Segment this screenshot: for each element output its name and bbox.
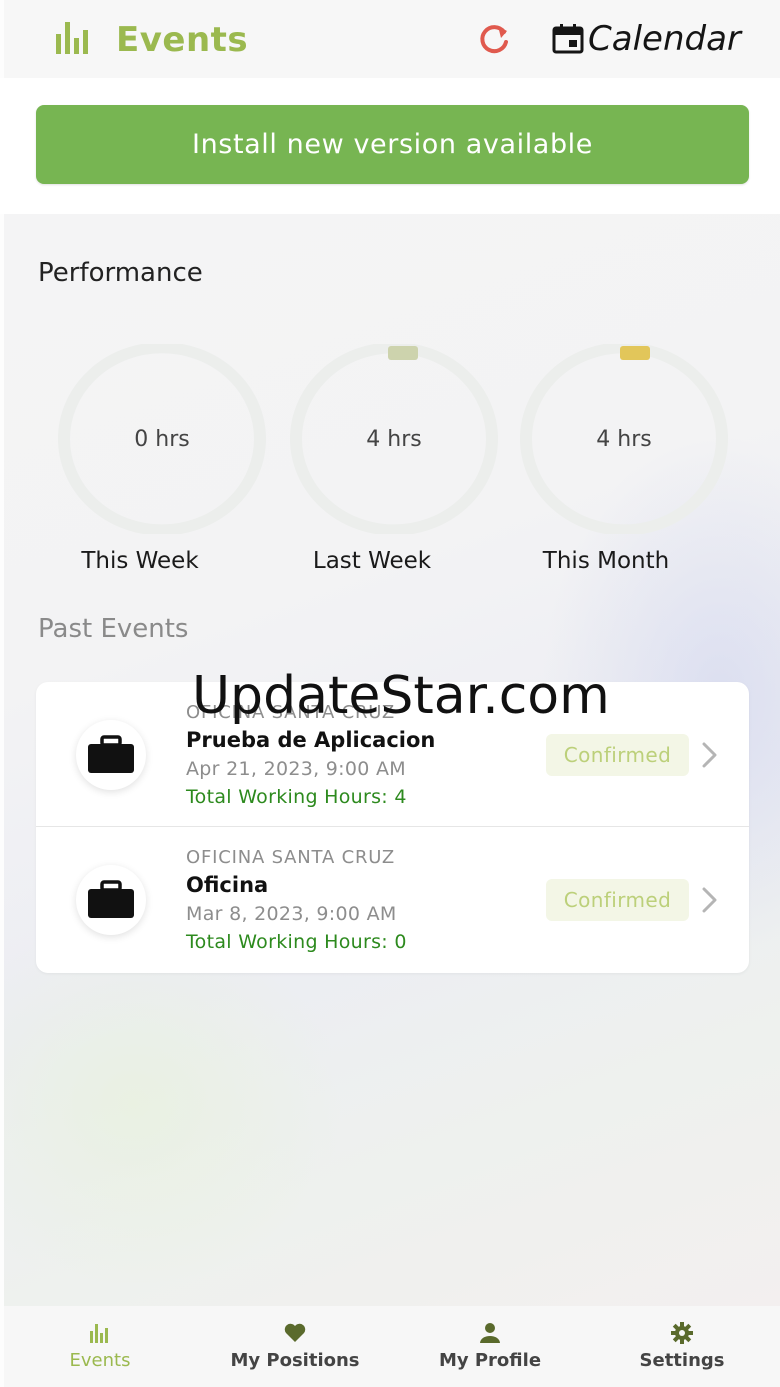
event-hours: Total Working Hours: 0 bbox=[186, 931, 407, 953]
briefcase-icon bbox=[88, 735, 134, 773]
main-content: Performance 0 hrs This Week 4 hrs Last W… bbox=[4, 214, 780, 1306]
event-date: Apr 21, 2023, 9:00 AM bbox=[186, 758, 406, 780]
nav-item-my-profile[interactable]: My Profile bbox=[428, 1306, 552, 1387]
event-avatar bbox=[76, 865, 146, 935]
nav-label: My Profile bbox=[438, 1350, 542, 1371]
ring-value: 4 hrs bbox=[366, 426, 422, 452]
nav-item-settings[interactable]: Settings bbox=[630, 1306, 734, 1387]
nav-label: Settings bbox=[639, 1350, 725, 1371]
bar-chart-icon bbox=[56, 22, 88, 54]
page-title: Events bbox=[116, 20, 249, 60]
nav-item-my-positions[interactable]: My Positions bbox=[224, 1306, 366, 1387]
past-events-title: Past Events bbox=[38, 614, 189, 644]
ring-label-this-week: This Week bbox=[81, 548, 199, 574]
status-badge: Confirmed bbox=[546, 734, 689, 776]
bar-chart-icon bbox=[90, 1324, 108, 1343]
ring-this-month: 4 hrs bbox=[518, 344, 730, 534]
install-update-button[interactable]: Install new version available bbox=[36, 105, 749, 184]
ring-value: 0 hrs bbox=[134, 426, 190, 452]
ring-last-week: 4 hrs bbox=[288, 344, 500, 534]
status-badge: Confirmed bbox=[546, 879, 689, 921]
update-banner-area: Install new version available bbox=[0, 78, 780, 214]
chevron-right-icon bbox=[702, 887, 717, 913]
performance-title: Performance bbox=[38, 258, 203, 288]
ring-this-week: 0 hrs bbox=[56, 344, 268, 534]
gear-icon bbox=[671, 1322, 693, 1344]
event-name: Prueba de Aplicacion bbox=[186, 728, 436, 752]
briefcase-icon bbox=[88, 880, 134, 918]
bottom-nav: Events My Positions My Profile Settings bbox=[4, 1306, 780, 1387]
event-name: Oficina bbox=[186, 873, 269, 897]
person-icon bbox=[480, 1323, 500, 1343]
heart-icon bbox=[284, 1323, 306, 1342]
nav-label: Events bbox=[69, 1350, 131, 1371]
event-avatar bbox=[76, 720, 146, 790]
nav-label: My Positions bbox=[230, 1350, 360, 1371]
calendar-button[interactable]: Calendar bbox=[552, 16, 741, 62]
app-screen: Events Calendar Install new version avai… bbox=[0, 0, 780, 1387]
event-location: OFICINA SANTA CRUZ bbox=[186, 847, 396, 868]
top-header: Events Calendar bbox=[4, 0, 780, 78]
nav-item-events[interactable]: Events bbox=[50, 1306, 150, 1387]
ring-label-this-month: This Month bbox=[542, 548, 670, 574]
event-row[interactable]: OFICINA SANTA CRUZ Oficina Mar 8, 2023, … bbox=[36, 827, 749, 972]
calendar-label: Calendar bbox=[588, 19, 741, 59]
event-date: Mar 8, 2023, 9:00 AM bbox=[186, 903, 397, 925]
chevron-right-icon bbox=[702, 742, 717, 768]
watermark-text: UpdateStar.com bbox=[192, 666, 610, 726]
ring-value: 4 hrs bbox=[596, 426, 652, 452]
ring-label-last-week: Last Week bbox=[312, 548, 432, 574]
event-hours: Total Working Hours: 4 bbox=[186, 786, 407, 808]
calendar-icon bbox=[552, 24, 584, 54]
refresh-icon[interactable] bbox=[476, 22, 512, 56]
